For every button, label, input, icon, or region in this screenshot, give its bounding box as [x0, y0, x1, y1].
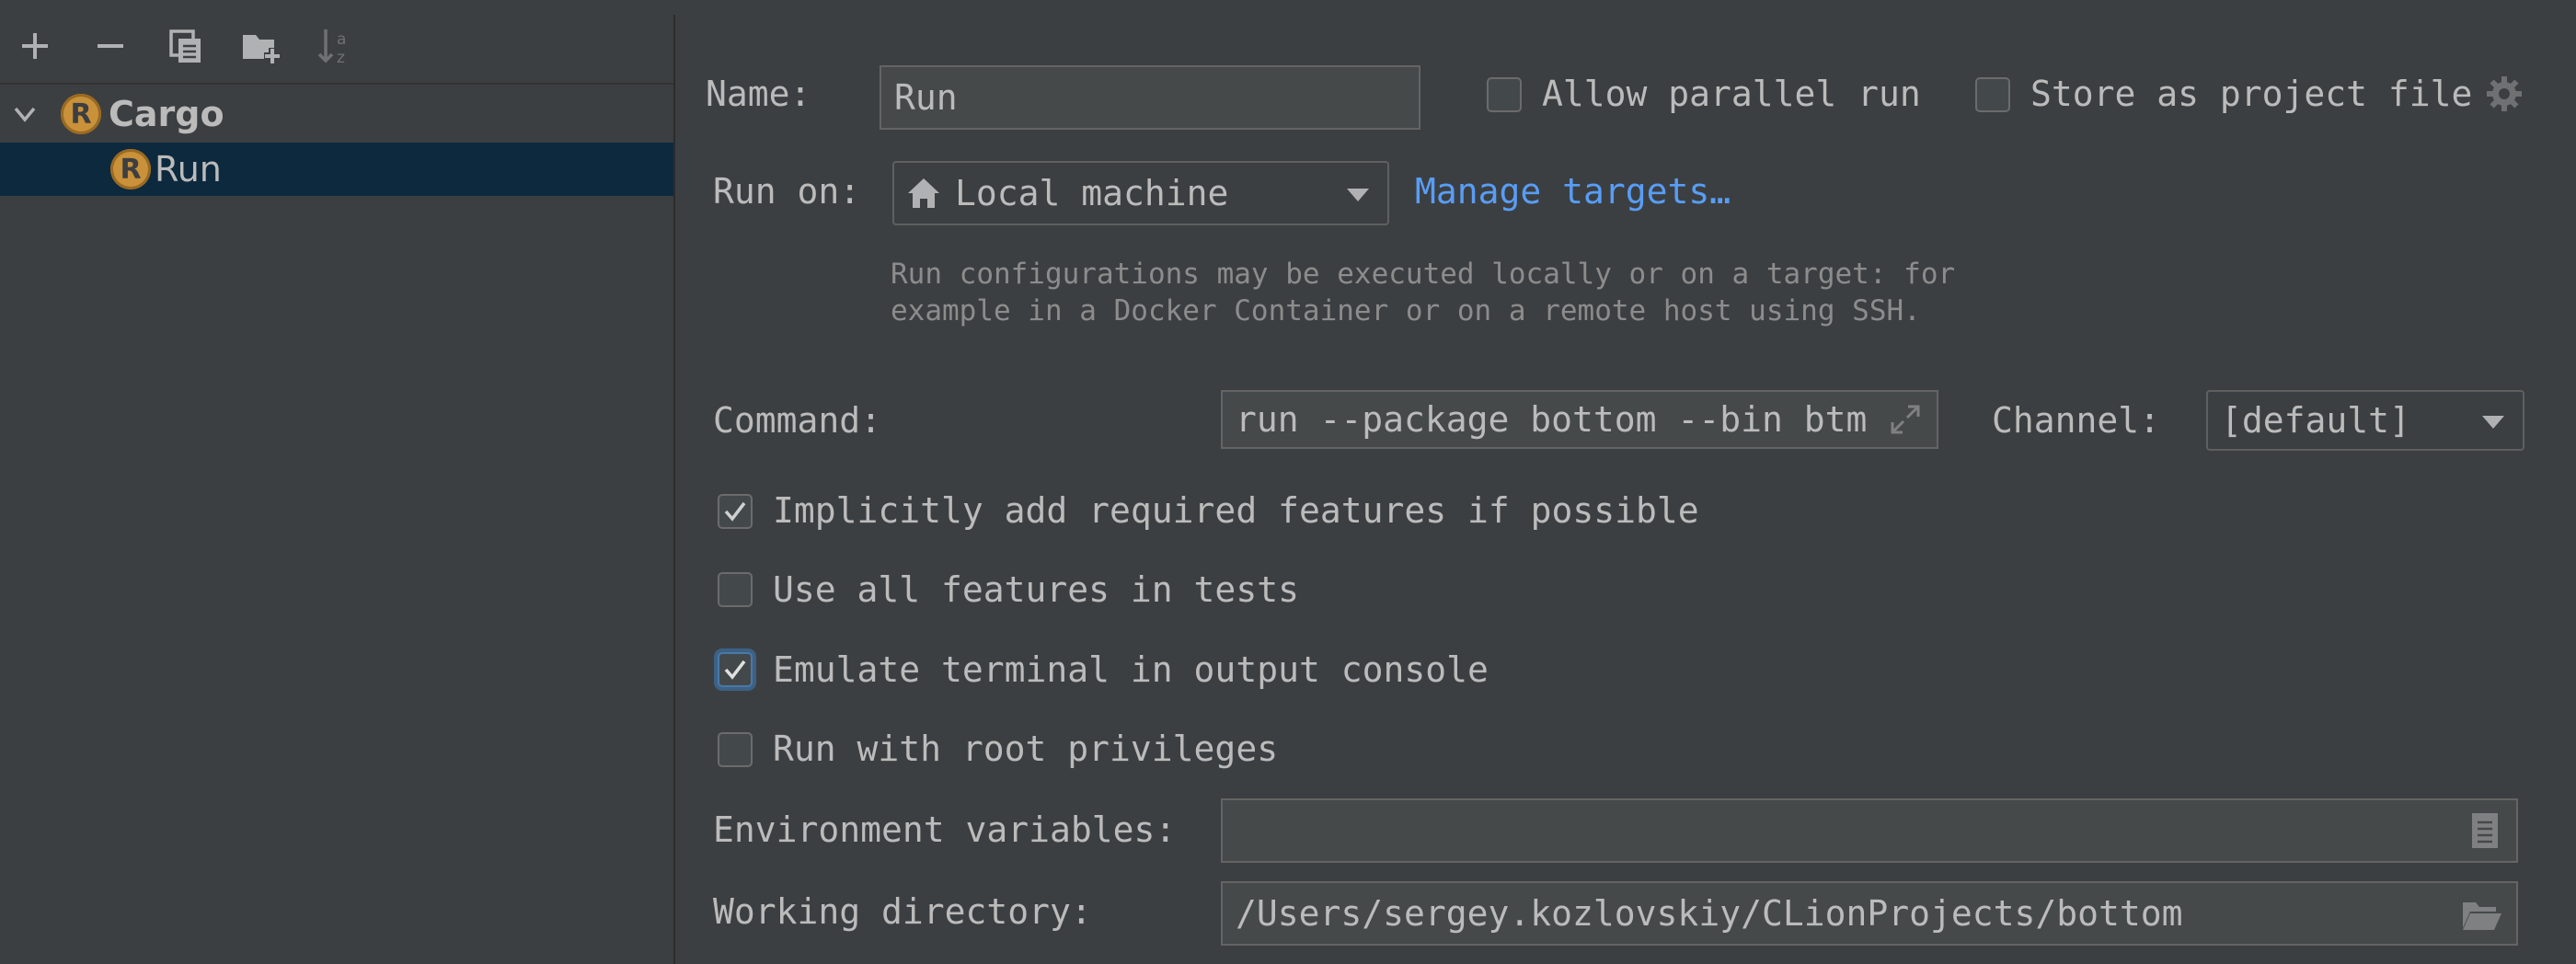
- channel-label: Channel:: [1992, 400, 2161, 441]
- root-privileges-checkbox[interactable]: [718, 732, 753, 767]
- new-folder-icon: [243, 35, 281, 64]
- checkmark-icon: [724, 501, 746, 522]
- folder-icon[interactable]: [2461, 897, 2503, 932]
- env-variables-input[interactable]: [1221, 798, 2518, 863]
- allow-parallel-label: Allow parallel run: [1542, 74, 1921, 114]
- store-project-label: Store as project file: [2030, 74, 2473, 114]
- allow-parallel-checkbox[interactable]: [1487, 77, 1522, 112]
- copy-icon: [169, 29, 201, 63]
- gear-icon: [2487, 76, 2522, 111]
- command-input[interactable]: run --package bottom --bin btm: [1221, 390, 1938, 449]
- all-features-tests-checkbox[interactable]: [718, 572, 753, 607]
- run-on-value: Local machine: [955, 173, 1229, 213]
- toolbar-separator: [0, 83, 673, 85]
- tree-item-label: Run: [155, 149, 222, 189]
- channel-value: [default]: [2221, 400, 2410, 441]
- dropdown-arrow-icon: [1347, 189, 1369, 201]
- rust-icon: R: [61, 94, 101, 134]
- store-project-checkbox[interactable]: [1975, 77, 2010, 112]
- chevron-down-icon[interactable]: [11, 100, 39, 128]
- tree-group-label: Cargo: [109, 94, 224, 134]
- name-value: Run: [894, 77, 958, 118]
- command-value: run --package bottom --bin btm: [1236, 399, 1868, 440]
- remove-configuration-button[interactable]: [86, 22, 134, 70]
- copy-configuration-button[interactable]: [162, 22, 210, 70]
- root-privileges-label: Run with root privileges: [773, 729, 1279, 769]
- plus-icon: [22, 33, 48, 59]
- implicit-features-label: Implicitly add required features if poss…: [773, 490, 1699, 531]
- emulate-terminal-label: Emulate terminal in output console: [773, 649, 1489, 690]
- emulate-terminal-checkbox[interactable]: [718, 652, 753, 687]
- dropdown-arrow-icon: [2482, 416, 2504, 429]
- sidebar-divider: [673, 15, 675, 964]
- manage-targets-link[interactable]: Manage targets…: [1415, 171, 1731, 212]
- name-label: Name:: [706, 74, 811, 114]
- run-on-hint-line1: Run configurations may be executed local…: [891, 258, 1956, 291]
- working-directory-value: /Users/sergey.kozlovskiy/CLionProjects/b…: [1236, 893, 2183, 934]
- name-input[interactable]: Run: [880, 65, 1420, 130]
- working-directory-label: Working directory:: [713, 891, 1092, 932]
- all-features-tests-label: Use all features in tests: [773, 569, 1299, 610]
- channel-select[interactable]: [default]: [2206, 390, 2524, 451]
- run-on-select[interactable]: Local machine: [892, 161, 1389, 225]
- expand-icon[interactable]: [1887, 401, 1924, 438]
- minus-icon: [98, 44, 123, 48]
- checkmark-icon: [724, 660, 746, 680]
- edit-document-icon[interactable]: [2468, 811, 2501, 850]
- svg-text:z: z: [337, 49, 345, 66]
- working-directory-input[interactable]: /Users/sergey.kozlovskiy/CLionProjects/b…: [1221, 881, 2518, 946]
- add-configuration-button[interactable]: [11, 22, 59, 70]
- sort-alphabetically-icon: a z: [317, 29, 346, 66]
- env-variables-label: Environment variables:: [713, 809, 1177, 850]
- rust-icon: R: [110, 149, 151, 189]
- settings-button[interactable]: [2484, 74, 2524, 114]
- tree-item-run[interactable]: R Run: [0, 143, 673, 196]
- run-on-label: Run on:: [713, 171, 861, 212]
- home-icon: [908, 178, 939, 208]
- svg-text:a: a: [337, 30, 346, 49]
- implicit-features-checkbox[interactable]: [718, 494, 753, 529]
- new-folder-button[interactable]: [237, 22, 285, 70]
- tree-group-cargo[interactable]: R Cargo: [0, 87, 673, 141]
- run-on-hint-line2: example in a Docker Container or on a re…: [891, 294, 1921, 327]
- sort-button[interactable]: a z: [313, 22, 361, 70]
- command-label: Command:: [713, 400, 882, 441]
